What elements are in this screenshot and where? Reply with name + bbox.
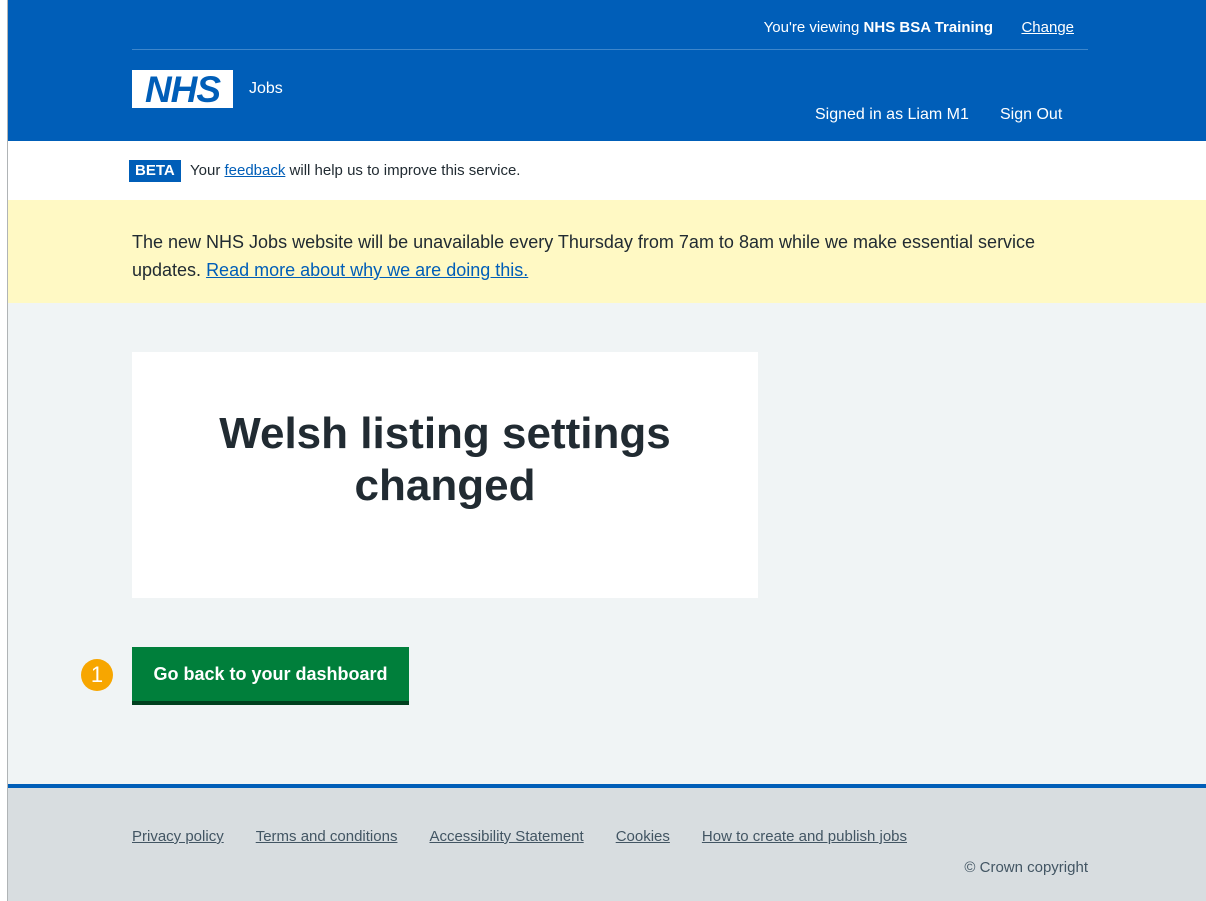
beta-tag: BETA <box>129 160 181 182</box>
organisation-name: NHS BSA Training <box>863 19 993 36</box>
nhs-logo[interactable]: NHS <box>132 70 233 108</box>
beta-text-after: will help us to improve this service. <box>285 162 521 179</box>
site-footer: Privacy policy Terms and conditions Acce… <box>8 784 1206 901</box>
copyright-text: © Crown copyright <box>964 859 1088 876</box>
beta-text-before: Your <box>190 162 225 179</box>
sign-out-link[interactable]: Sign Out <box>1000 106 1062 124</box>
footer-link-how-to-publish[interactable]: How to create and publish jobs <box>702 828 907 845</box>
footer-links: Privacy policy Terms and conditions Acce… <box>132 828 907 845</box>
footer-link-accessibility[interactable]: Accessibility Statement <box>429 828 583 845</box>
confirmation-title: Welsh listing settings changed <box>219 409 671 510</box>
footer-link-privacy-policy[interactable]: Privacy policy <box>132 828 224 845</box>
go-back-to-dashboard-button[interactable]: Go back to your dashboard <box>132 647 409 701</box>
signed-in-text: Signed in as Liam M1 <box>815 106 969 123</box>
nhs-logo-text: NHS <box>144 68 221 110</box>
step-number-badge: 1 <box>81 659 113 691</box>
beta-message: Your feedback will help us to improve th… <box>190 162 520 179</box>
change-organisation-link[interactable]: Change <box>1021 19 1074 36</box>
site-header: You're viewing NHS BSA Training Change N… <box>8 0 1206 141</box>
feedback-link[interactable]: feedback <box>224 162 285 179</box>
service-name[interactable]: Jobs <box>249 80 283 98</box>
footer-link-terms[interactable]: Terms and conditions <box>256 828 398 845</box>
beta-banner: BETA Your feedback will help us to impro… <box>8 141 1206 200</box>
page: You're viewing NHS BSA Training Change N… <box>8 0 1206 901</box>
viewing-prefix: You're viewing <box>763 19 864 36</box>
footer-link-cookies[interactable]: Cookies <box>616 828 670 845</box>
notice-message: The new NHS Jobs website will be unavail… <box>132 228 1072 284</box>
viewing-organisation-text: You're viewing NHS BSA Training <box>764 19 993 36</box>
service-notice: The new NHS Jobs website will be unavail… <box>8 200 1206 303</box>
confirmation-panel: Welsh listing settings changed <box>132 352 758 598</box>
read-more-link[interactable]: Read more about why we are doing this. <box>206 260 528 280</box>
organisation-bar: You're viewing NHS BSA Training Change <box>132 0 1088 50</box>
window-edge <box>0 0 8 901</box>
